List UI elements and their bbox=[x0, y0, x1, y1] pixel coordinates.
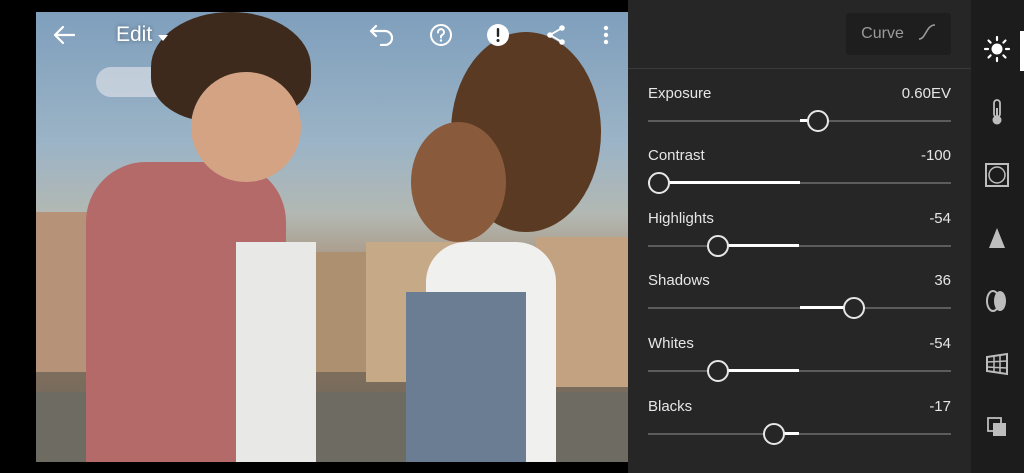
exposure-slider[interactable]: Exposure 0.60EV bbox=[648, 85, 951, 135]
optics-lens-icon[interactable] bbox=[981, 285, 1013, 317]
slider-value: -54 bbox=[929, 335, 951, 352]
slider-handle[interactable] bbox=[706, 360, 729, 382]
whites-slider[interactable]: Whites -54 bbox=[648, 335, 951, 385]
edit-mode-dropdown[interactable]: Edit bbox=[116, 22, 169, 48]
geometry-grid-icon[interactable] bbox=[981, 348, 1013, 380]
slider-value: 36 bbox=[934, 272, 951, 289]
light-adjustments-panel: Curve Exposure 0.60EV Contrast -100 High… bbox=[628, 0, 971, 473]
photo-person-right-head bbox=[411, 122, 506, 242]
slider-fill bbox=[717, 369, 800, 372]
slider-handle[interactable] bbox=[762, 423, 785, 445]
help-circle-icon[interactable] bbox=[425, 20, 457, 50]
slider-label: Shadows bbox=[648, 272, 710, 289]
slider-handle[interactable] bbox=[648, 172, 670, 194]
highlights-slider[interactable]: Highlights -54 bbox=[648, 210, 951, 260]
curve-label: Curve bbox=[861, 25, 904, 42]
blacks-slider[interactable]: Blacks -17 bbox=[648, 398, 951, 448]
undo-icon[interactable] bbox=[366, 20, 398, 50]
contrast-slider[interactable]: Contrast -100 bbox=[648, 147, 951, 197]
slider-value: -100 bbox=[920, 147, 951, 164]
photo-person-left-tee bbox=[236, 242, 316, 462]
slider-label: Highlights bbox=[648, 210, 714, 227]
presets-stack-icon[interactable] bbox=[981, 411, 1013, 443]
slider-handle[interactable] bbox=[806, 110, 829, 132]
slider-label: Whites bbox=[648, 335, 694, 352]
slider-label: Blacks bbox=[648, 398, 693, 415]
photo-canvas[interactable] bbox=[36, 12, 628, 462]
caret-down-icon bbox=[158, 23, 169, 47]
color-thermometer-icon[interactable] bbox=[981, 96, 1013, 128]
edit-tools-rail bbox=[971, 0, 1024, 473]
shadows-slider[interactable]: Shadows 36 bbox=[648, 272, 951, 322]
photo-person-left-head bbox=[191, 72, 301, 182]
slider-fill bbox=[717, 244, 800, 247]
slider-value: -17 bbox=[929, 398, 951, 415]
curve-button[interactable]: Curve bbox=[846, 13, 951, 55]
slider-value: 0.60EV bbox=[901, 85, 951, 102]
slider-label: Exposure bbox=[648, 85, 712, 102]
alert-circle-icon[interactable] bbox=[482, 20, 514, 50]
slider-track[interactable] bbox=[648, 370, 951, 372]
more-vertical-icon[interactable] bbox=[590, 20, 622, 50]
slider-handle[interactable] bbox=[706, 235, 729, 257]
slider-handle[interactable] bbox=[843, 297, 866, 319]
slider-track[interactable] bbox=[648, 433, 951, 435]
effects-vignette-icon[interactable] bbox=[981, 159, 1013, 191]
slider-track[interactable] bbox=[648, 245, 951, 247]
active-tool-indicator bbox=[1020, 31, 1024, 71]
panel-divider bbox=[628, 68, 971, 69]
top-toolbar: Edit bbox=[36, 12, 628, 58]
photo-person-right-overall bbox=[406, 292, 526, 462]
light-sun-icon[interactable] bbox=[981, 33, 1013, 65]
slider-value: -54 bbox=[929, 210, 951, 227]
detail-triangle-icon[interactable] bbox=[981, 222, 1013, 254]
arrow-left-icon[interactable] bbox=[48, 20, 80, 50]
share-icon[interactable] bbox=[540, 20, 572, 50]
curve-icon bbox=[918, 23, 936, 45]
slider-fill bbox=[648, 181, 800, 184]
slider-label: Contrast bbox=[648, 147, 705, 164]
edit-mode-label: Edit bbox=[116, 23, 153, 46]
